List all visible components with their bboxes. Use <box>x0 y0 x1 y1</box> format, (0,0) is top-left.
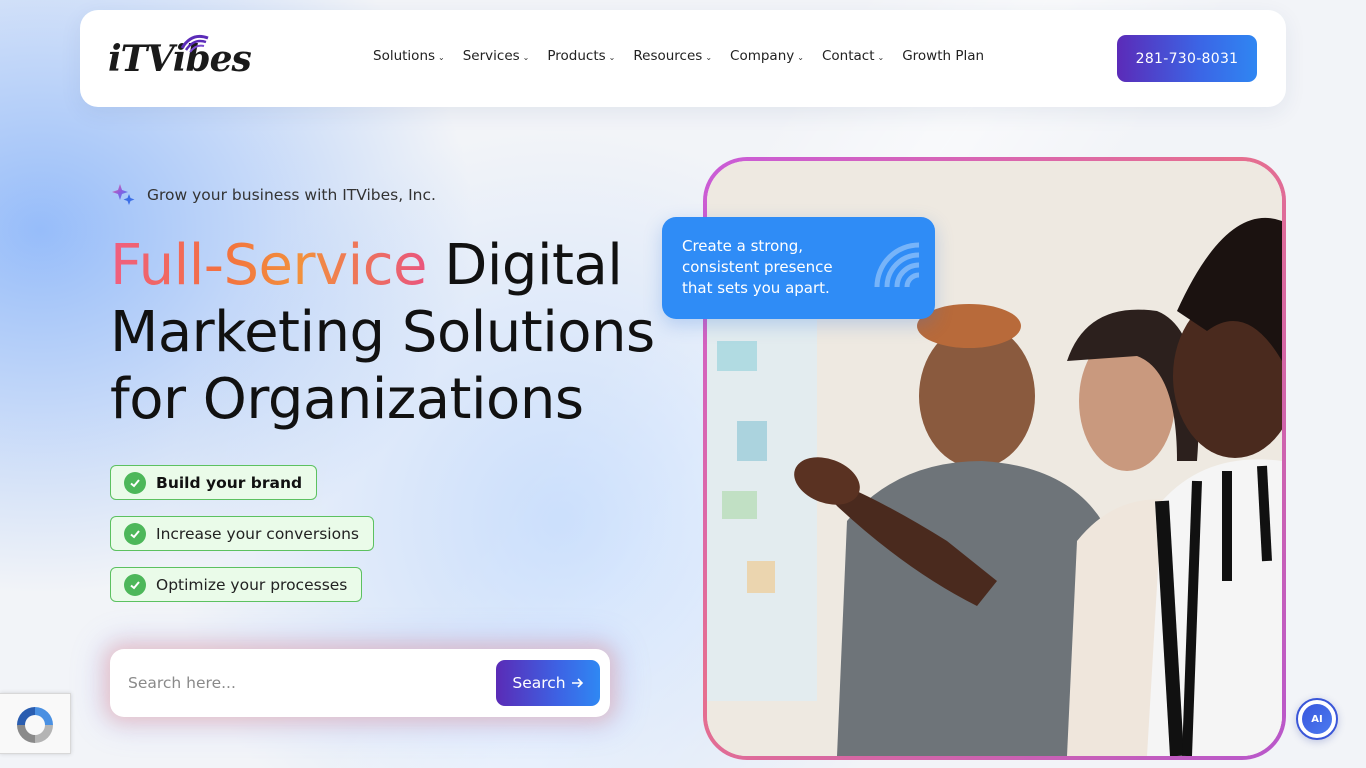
search-button[interactable]: Search <box>496 660 600 706</box>
benefit-label: Increase your conversions <box>156 524 359 543</box>
check-circle-icon <box>124 471 146 494</box>
chevron-down-icon: ⌄ <box>438 52 445 62</box>
hero-callout: Create a strong, consistent presence tha… <box>662 217 935 319</box>
headline-highlight: Full-Service <box>110 233 427 298</box>
sparkle-icon <box>112 184 135 205</box>
benefit-optimize-processes: Optimize your processes <box>110 567 363 602</box>
benefit-increase-conversions: Increase your conversions <box>110 516 374 551</box>
chevron-down-icon: ⌄ <box>877 52 885 62</box>
nav-solutions[interactable]: Solutions ⌄ <box>373 48 445 64</box>
hero-headline: Full-Service Digital Marketing Solutions… <box>110 232 670 433</box>
check-circle-icon <box>124 573 146 596</box>
arrow-right-icon <box>571 678 583 688</box>
search-button-label: Search <box>512 674 566 692</box>
recaptcha-badge[interactable] <box>0 693 71 754</box>
nav-resources[interactable]: Resources ⌄ <box>633 48 712 64</box>
nav-contact[interactable]: Contact ⌄ <box>822 48 884 64</box>
headline-line1-rest: Digital <box>426 233 623 298</box>
ai-assistant-button[interactable]: AI <box>1296 698 1338 740</box>
tagline-text: Grow your business with ITVibes, Inc. <box>147 186 436 204</box>
chevron-down-icon: ⌄ <box>705 52 713 62</box>
callout-text: Create a strong, consistent presence tha… <box>682 237 833 297</box>
nav-growth-plan[interactable]: Growth Plan <box>902 48 984 64</box>
ai-assistant-icon: AI <box>1302 704 1332 734</box>
search-box: Search <box>110 649 610 717</box>
recaptcha-icon <box>17 707 53 743</box>
signal-waves-icon <box>874 242 920 288</box>
logo-waves-icon <box>180 34 209 53</box>
phone-button[interactable]: 281-730-8031 <box>1117 35 1257 82</box>
headline-line3: for Organizations <box>110 367 584 432</box>
nav-products[interactable]: Products ⌄ <box>547 48 615 64</box>
hero-tagline: Grow your business with ITVibes, Inc. <box>111 182 436 208</box>
benefit-label: Build your brand <box>156 473 303 492</box>
nav-company[interactable]: Company ⌄ <box>730 48 804 64</box>
chevron-down-icon: ⌄ <box>522 52 530 62</box>
benefit-label: Optimize your processes <box>156 575 348 594</box>
headline-line2: Marketing Solutions <box>110 300 655 365</box>
benefit-build-brand: Build your brand <box>110 465 318 500</box>
check-circle-icon <box>124 522 146 545</box>
chevron-down-icon: ⌄ <box>797 52 804 62</box>
site-header: iTVibes Solutions ⌄ Services ⌄ Products ⌄ R… <box>80 10 1286 107</box>
nav-services[interactable]: Services ⌄ <box>463 48 530 64</box>
chevron-down-icon: ⌄ <box>608 52 616 62</box>
itvibes-logo[interactable]: iTVibes <box>108 32 258 84</box>
main-nav: Solutions ⌄ Services ⌄ Products ⌄ Resources… <box>373 48 984 64</box>
search-input[interactable] <box>128 667 488 699</box>
